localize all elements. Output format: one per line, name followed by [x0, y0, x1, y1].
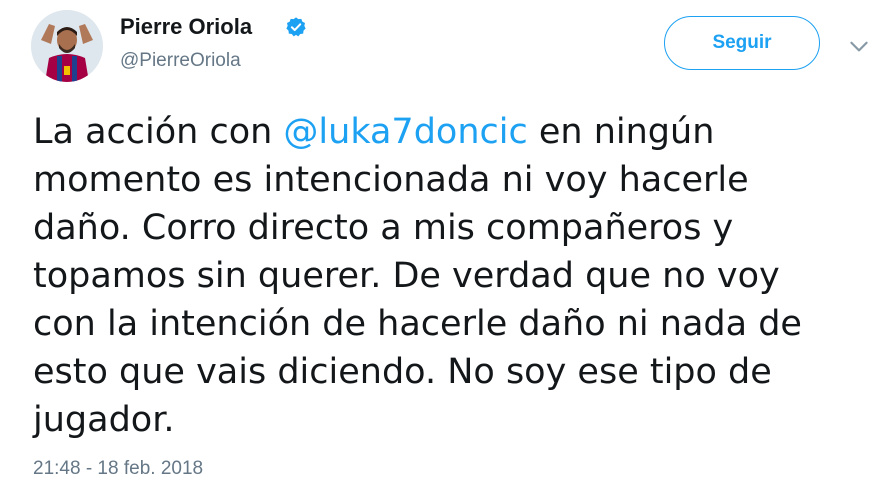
chevron-down-icon[interactable]	[846, 33, 872, 59]
verified-badge-icon	[286, 17, 306, 37]
tweet-text-start: La acción con	[33, 112, 284, 152]
tweet-card: Pierre Oriola @PierreOriola Seguir La ac…	[0, 0, 895, 497]
mention-link[interactable]: @luka7doncic	[283, 112, 527, 152]
follow-button[interactable]: Seguir	[664, 16, 820, 70]
author-handle[interactable]: @PierreOriola	[120, 50, 241, 72]
player-avatar-icon	[31, 10, 103, 82]
author-display-name[interactable]: Pierre Oriola	[120, 14, 252, 40]
tweet-text: La acción con @luka7doncic en ningún mom…	[33, 108, 853, 444]
author-avatar[interactable]	[31, 10, 103, 82]
tweet-timestamp[interactable]: 21:48 - 18 feb. 2018	[33, 458, 203, 480]
tweet-text-rest: en ningún momento es intencionada ni voy…	[33, 112, 802, 440]
